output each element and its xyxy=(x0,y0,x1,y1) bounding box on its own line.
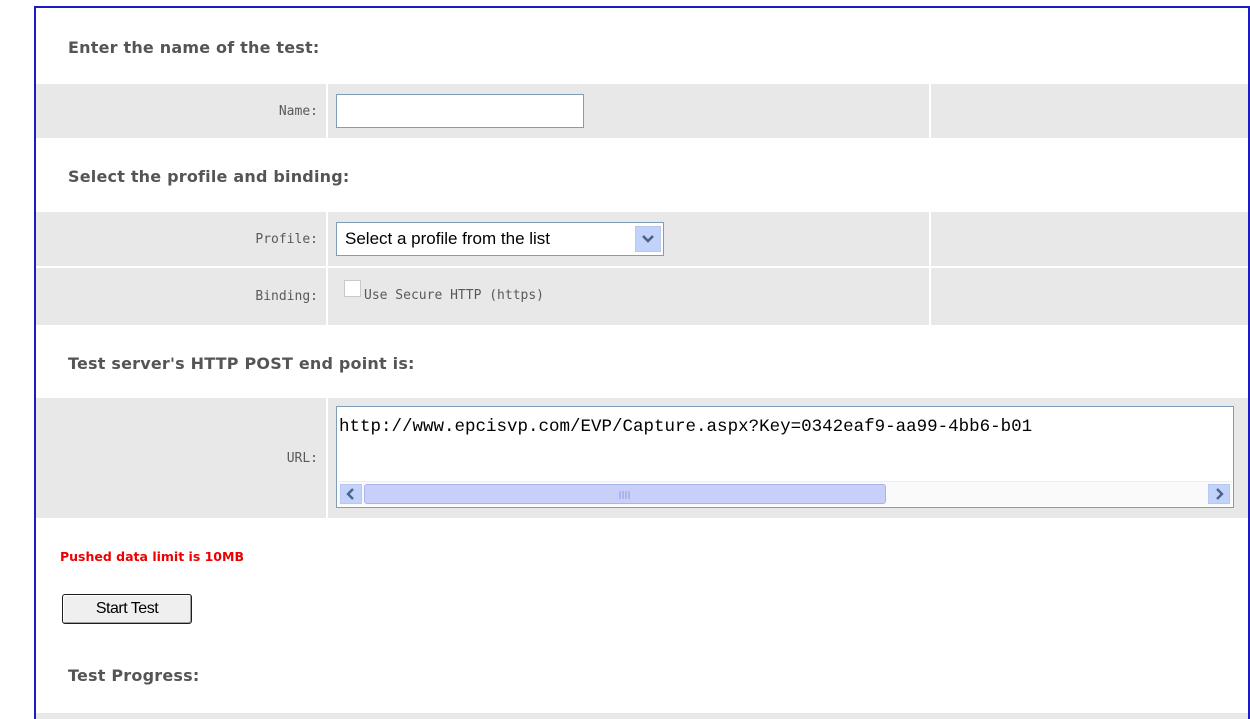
test-name-input[interactable] xyxy=(336,94,584,128)
profile-label: Profile: xyxy=(255,231,318,247)
horizontal-scrollbar[interactable] xyxy=(338,481,1232,506)
url-row: URL: http://www.epcisvp.com/EVP/Capture.… xyxy=(36,398,1248,518)
column-divider xyxy=(326,84,328,138)
https-checkbox-label: Use Secure HTTP (https) xyxy=(364,288,545,303)
chevron-down-icon[interactable] xyxy=(635,226,661,252)
scrollbar-thumb[interactable] xyxy=(364,484,886,504)
start-test-button[interactable]: Start Test xyxy=(62,594,192,624)
name-section-heading: Enter the name of the test: xyxy=(68,38,320,57)
data-limit-warning: Pushed data limit is 10MB xyxy=(60,549,244,564)
chevron-right-icon[interactable] xyxy=(1208,484,1230,504)
https-checkbox[interactable] xyxy=(344,280,361,297)
column-divider xyxy=(326,212,328,266)
column-divider xyxy=(929,212,931,266)
progress-section-heading: Test Progress: xyxy=(68,666,200,685)
column-divider xyxy=(326,398,328,518)
endpoint-url-text: http://www.epcisvp.com/EVP/Capture.aspx?… xyxy=(339,417,1033,437)
profile-row: Profile: Select a profile from the list xyxy=(36,212,1248,266)
endpoint-section-heading: Test server's HTTP POST end point is: xyxy=(68,354,415,373)
profile-select[interactable]: Select a profile from the list xyxy=(336,222,664,256)
binding-label: Binding: xyxy=(255,289,318,304)
url-label: URL: xyxy=(286,450,318,466)
column-divider xyxy=(929,268,931,325)
profile-section-heading: Select the profile and binding: xyxy=(68,167,350,186)
endpoint-url-field[interactable]: http://www.epcisvp.com/EVP/Capture.aspx?… xyxy=(336,406,1234,508)
name-row: Name: xyxy=(36,84,1248,138)
profile-select-value: Select a profile from the list xyxy=(345,229,551,248)
grip-icon xyxy=(619,491,630,499)
chevron-left-icon[interactable] xyxy=(340,484,362,504)
binding-row: Binding: Use Secure HTTP (https) xyxy=(36,268,1248,325)
column-divider xyxy=(929,84,931,138)
progress-row xyxy=(36,713,1248,719)
column-divider xyxy=(326,268,328,325)
name-label: Name: xyxy=(278,103,318,119)
test-setup-panel: Enter the name of the test: Name: Select… xyxy=(36,8,1248,719)
